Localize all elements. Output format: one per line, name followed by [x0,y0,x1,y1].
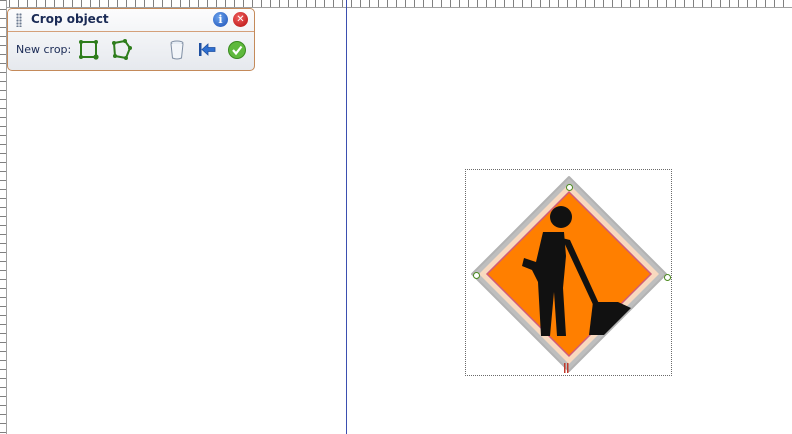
crop-object-panel: Crop object i ✕ New crop: [7,8,255,71]
vertical-ruler [0,0,7,434]
close-icon[interactable]: ✕ [233,12,248,27]
crop-handle-right[interactable] [664,274,671,281]
rectangle-crop-icon [79,40,99,60]
new-crop-label: New crop: [16,43,72,56]
panel-title: Crop object [31,12,109,26]
grip-handle-icon[interactable] [16,13,22,27]
road-work-sign-image[interactable] [466,170,673,377]
apply-crop-button[interactable] [226,39,248,61]
polygon-crop-button[interactable] [110,39,132,61]
info-icon[interactable]: i [213,12,228,27]
reset-icon [199,43,216,56]
delete-crop-button[interactable] [166,39,188,61]
crop-handle-top[interactable] [566,184,573,191]
rectangle-crop-button[interactable] [78,39,100,61]
apply-check-icon [228,41,246,59]
page-boundary-line [346,0,347,434]
panel-header[interactable]: Crop object i ✕ [8,9,254,32]
crop-handle-left[interactable] [473,272,480,279]
reset-crop-button[interactable] [196,39,218,61]
polygon-crop-icon [112,39,132,60]
horizontal-ruler [0,0,792,8]
crop-selection-frame[interactable] [465,169,672,376]
delete-icon [170,40,184,60]
anchor-marker [564,363,569,373]
